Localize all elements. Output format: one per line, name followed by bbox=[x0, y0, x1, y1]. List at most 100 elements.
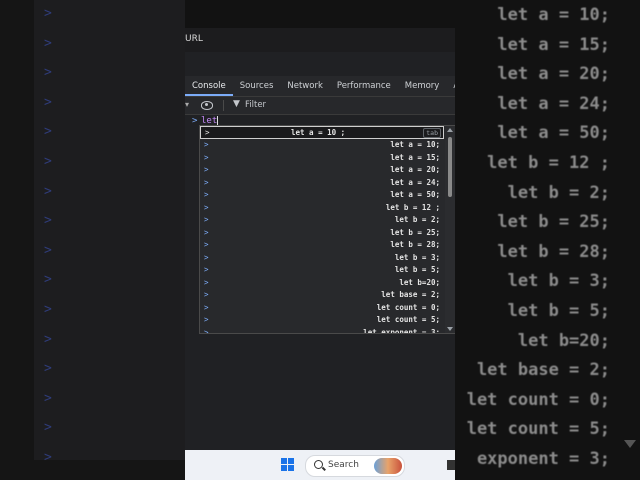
scroll-up-icon[interactable] bbox=[447, 128, 453, 132]
autocomplete-scrollbar[interactable] bbox=[445, 126, 455, 333]
autocomplete-item[interactable]: > let a = 50; bbox=[200, 189, 444, 202]
chevron-right-icon: > bbox=[205, 128, 210, 137]
autocomplete-item-label: let b = 2; bbox=[394, 215, 440, 224]
tab-console[interactable]: Console bbox=[185, 76, 233, 96]
scroll-down-icon[interactable] bbox=[447, 327, 453, 331]
chevron-right-icon: > bbox=[204, 140, 209, 149]
background-code-line: let b = 28; bbox=[497, 241, 610, 262]
console-filter-bar: ▾ ▼ Filter bbox=[185, 97, 455, 115]
chevron-right-icon: > bbox=[44, 272, 52, 288]
chevron-right-icon: > bbox=[204, 277, 209, 287]
url-bar[interactable]: URL bbox=[185, 28, 455, 52]
chevron-right-icon: > bbox=[204, 290, 209, 299]
background-code-line: let a = 15; bbox=[497, 34, 610, 55]
background-code-line: let a = 10; bbox=[497, 5, 610, 25]
background-code-line: let a = 24; bbox=[497, 93, 610, 114]
autocomplete-dropdown: > let a = 10 ; tab > let a = 10; > let a = … bbox=[199, 125, 455, 334]
autocomplete-item-selected[interactable]: > let a = 10 ; tab bbox=[200, 126, 444, 139]
autocomplete-item-label: let b = 3; bbox=[394, 252, 440, 262]
tab-performance[interactable]: Performance bbox=[330, 76, 398, 96]
background-code-line: exponent = 3; bbox=[476, 449, 610, 469]
chevron-right-icon: > bbox=[44, 331, 52, 347]
background-code-line: let base = 2; bbox=[476, 360, 610, 381]
search-highlight-image bbox=[374, 458, 402, 474]
filter-input[interactable]: Filter bbox=[245, 100, 266, 110]
taskbar-app-icon[interactable] bbox=[447, 460, 455, 470]
background-code-line: let b = 25; bbox=[497, 212, 610, 233]
taskbar: Search bbox=[185, 450, 455, 480]
chevron-right-icon: > bbox=[204, 165, 209, 174]
autocomplete-item[interactable]: > let b = 28; bbox=[200, 239, 444, 252]
tab-memory[interactable]: Memory bbox=[398, 76, 447, 96]
background-code-line: let count = 0; bbox=[466, 389, 610, 410]
autocomplete-item-label: let b = 5; bbox=[394, 265, 440, 274]
chevron-right-icon: > bbox=[204, 265, 209, 274]
chevron-right-icon: > bbox=[44, 242, 52, 258]
autocomplete-item-label: let count = 5; bbox=[376, 315, 440, 324]
tab-application[interactable]: Appli bbox=[446, 76, 455, 96]
autocomplete-item[interactable]: > let a = 24; bbox=[200, 177, 444, 190]
taskbar-search[interactable]: Search bbox=[305, 455, 405, 477]
background-code-line: let count = 5; bbox=[466, 419, 610, 440]
autocomplete-item-label: let count = 0; bbox=[376, 302, 440, 312]
autocomplete-item-label: let a = 10 ; bbox=[291, 128, 346, 137]
autocomplete-item[interactable]: > let b=20; bbox=[200, 277, 444, 290]
filter-icon: ▼ bbox=[233, 99, 240, 109]
chevron-right-icon: > bbox=[44, 65, 52, 81]
background-code-line: let b = 3; bbox=[507, 271, 610, 292]
chevron-right-icon: > bbox=[44, 390, 52, 406]
windows-start-icon[interactable] bbox=[281, 458, 295, 472]
autocomplete-item[interactable]: > let b = 3; bbox=[200, 252, 444, 265]
tab-network[interactable]: Network bbox=[280, 76, 330, 96]
background-editor bbox=[34, 0, 185, 460]
autocomplete-item[interactable]: > let b = 2; bbox=[200, 214, 444, 227]
autocomplete-item-label: let b = 25; bbox=[390, 227, 440, 237]
autocomplete-item-label: let b = 28; bbox=[390, 240, 440, 249]
autocomplete-item-label: let a = 24; bbox=[390, 177, 440, 187]
autocomplete-item[interactable]: > let a = 20; bbox=[200, 164, 444, 177]
autocomplete-item[interactable]: > let a = 15; bbox=[200, 152, 444, 165]
autocomplete-item[interactable]: > let count = 5; bbox=[200, 314, 444, 327]
chevron-right-icon: > bbox=[204, 302, 209, 312]
url-text: URL bbox=[185, 34, 203, 44]
chevron-right-icon: > bbox=[44, 94, 52, 110]
autocomplete-item[interactable]: > let b = 12 ; bbox=[200, 202, 444, 215]
divider bbox=[223, 100, 224, 111]
background-code-line: let b=20; bbox=[517, 330, 610, 351]
autocomplete-item[interactable]: > let a = 10; bbox=[200, 139, 444, 152]
eye-icon[interactable] bbox=[201, 101, 213, 110]
autocomplete-item[interactable]: > let base = 2; bbox=[200, 289, 444, 302]
background-left: > > > > > > > > > > > > > > > > bbox=[0, 0, 185, 480]
autocomplete-item-label: let exponent = 3; bbox=[363, 327, 440, 334]
chevron-right-icon: > bbox=[204, 227, 209, 237]
autocomplete-item[interactable]: > let count = 0; bbox=[200, 302, 444, 315]
autocomplete-item-label: let a = 15; bbox=[390, 152, 440, 162]
chevron-right-icon: > bbox=[204, 190, 209, 199]
autocomplete-item[interactable]: > let b = 5; bbox=[200, 264, 444, 277]
autocomplete-item[interactable]: > let exponent = 3; bbox=[200, 327, 444, 334]
chevron-right-icon: > bbox=[44, 302, 52, 317]
devtools-tabs: Console Sources Network Performance Memo… bbox=[185, 76, 455, 97]
tab-sources[interactable]: Sources bbox=[233, 76, 281, 96]
autocomplete-item[interactable]: > let b = 25; bbox=[200, 227, 444, 240]
tab-hint-badge: tab bbox=[423, 128, 441, 138]
chevron-right-icon: > bbox=[44, 420, 52, 436]
background-code-line: let a = 50; bbox=[497, 123, 610, 144]
autocomplete-item-label: let a = 20; bbox=[390, 165, 440, 174]
autocomplete-item-label: let a = 10; bbox=[390, 140, 440, 149]
scroll-thumb[interactable] bbox=[448, 137, 452, 197]
chevron-right-icon: > bbox=[44, 183, 52, 199]
search-label: Search bbox=[328, 460, 359, 470]
autocomplete-item-label: let a = 50; bbox=[390, 190, 440, 199]
chevron-right-icon: > bbox=[44, 450, 52, 465]
autocomplete-item-label: let base = 2; bbox=[381, 290, 440, 299]
chevron-right-icon: > bbox=[204, 202, 209, 212]
background-code-panel: let a = 10; let a = 15; let a = 20; let a =… bbox=[455, 0, 640, 480]
background-code-line: let b = 5; bbox=[507, 301, 610, 321]
chevron-right-icon: > bbox=[44, 361, 52, 377]
chevron-right-icon: > bbox=[204, 240, 209, 249]
chevron-right-icon: > bbox=[44, 213, 52, 229]
sidebar-toggle-icon[interactable]: ▾ bbox=[185, 100, 189, 109]
background-code-line: let b = 2; bbox=[507, 182, 610, 203]
scroll-down-icon bbox=[624, 440, 636, 448]
